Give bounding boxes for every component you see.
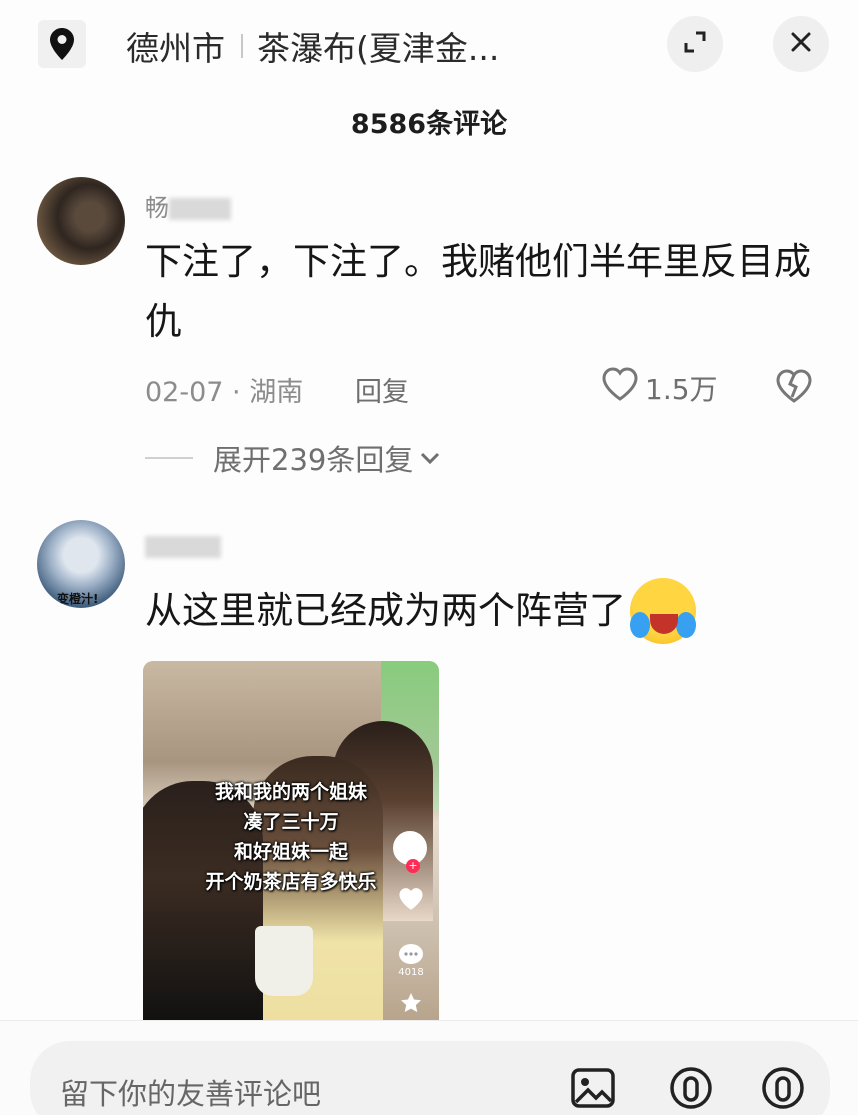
expand-replies-button[interactable]: 展开239条回复 [145, 438, 441, 478]
comment-input-bar: 留下你的友善评论吧 [0, 1020, 858, 1115]
comment-date-location: 02-07 · 湖南 [145, 377, 304, 408]
comment-input[interactable]: 留下你的友善评论吧 [30, 1041, 830, 1115]
expand-button[interactable] [667, 16, 723, 72]
location-divider [241, 34, 243, 58]
header: 德州市 茶瀑布(夏津金... [0, 0, 858, 90]
video-caption: 凑了三十万 [243, 811, 339, 833]
mention-icon[interactable] [668, 1065, 714, 1115]
avatar[interactable]: 变橙汁! [37, 520, 125, 608]
close-icon [789, 30, 813, 58]
video-author-avatar[interactable]: + [393, 831, 427, 873]
location-title[interactable]: 德州市 茶瀑布(夏津金... [126, 22, 499, 70]
video-comment-icon[interactable]: 4018 [393, 943, 429, 978]
follow-plus-icon: + [406, 859, 420, 873]
close-button[interactable] [773, 16, 829, 72]
avatar[interactable] [37, 177, 125, 265]
emoji-icon[interactable] [760, 1065, 806, 1115]
comment-input-placeholder: 留下你的友善评论吧 [60, 1077, 322, 1111]
video-comment-count: 4018 [398, 967, 424, 978]
like-button[interactable]: 1.5万 [601, 366, 718, 409]
broken-heart-icon [776, 369, 812, 403]
location-city: 德州市 [126, 29, 225, 68]
blurred-name [169, 198, 231, 220]
video-heart-icon[interactable] [393, 886, 429, 912]
laughing-crying-emoji-icon [630, 578, 696, 644]
dislike-button[interactable] [775, 368, 813, 411]
expand-icon [682, 29, 708, 59]
like-count: 1.5万 [645, 372, 718, 406]
video-caption: 我和我的两个姐妹 [214, 781, 367, 803]
image-icon[interactable] [570, 1065, 616, 1115]
comment-text: 下注了，下注了。我赌他们半年里反目成仇 [145, 240, 811, 343]
username[interactable] [145, 532, 221, 560]
chevron-down-icon [419, 451, 441, 465]
video-star-icon[interactable] [393, 991, 429, 1015]
location-place: 茶瀑布(夏津金... [257, 29, 500, 68]
reply-button[interactable]: 回复 [355, 370, 409, 409]
avatar-tag: 变橙汁! [57, 592, 99, 606]
comments-count-title: 8586条评论 [350, 109, 508, 140]
video-thumbnail[interactable]: 我和我的两个姐妹 凑了三十万 和好姐妹一起 开个奶茶店有多快乐 + 4018 [143, 661, 439, 1021]
heart-icon [601, 366, 639, 409]
blurred-name [145, 536, 221, 558]
comment-text: 从这里就已经成为两个阵营了 [145, 578, 835, 644]
map-pin-icon[interactable] [38, 20, 86, 68]
expand-divider [145, 457, 193, 459]
expand-replies-label: 展开239条回复 [213, 443, 414, 477]
comment-meta: 02-07 · 湖南 回复 1.5万 [145, 366, 825, 410]
username[interactable]: 畅 [145, 188, 231, 223]
